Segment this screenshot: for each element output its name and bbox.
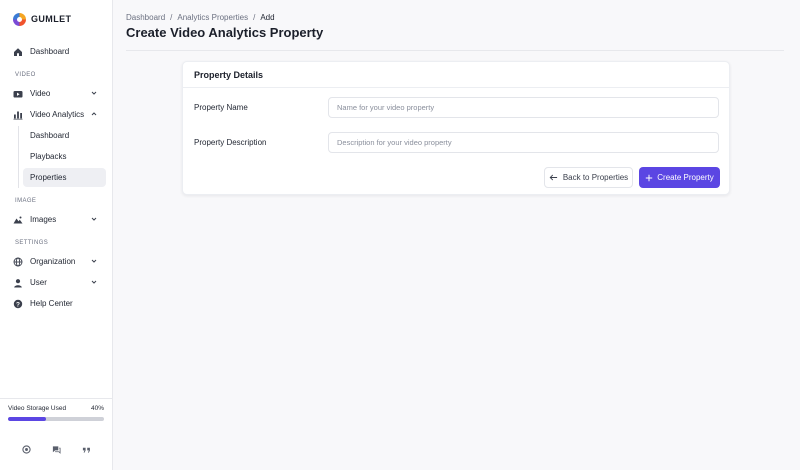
breadcrumb-separator: / (253, 13, 256, 22)
sidebar-item-images[interactable]: Images (8, 210, 106, 229)
header-divider (126, 50, 784, 51)
property-name-input[interactable] (328, 97, 719, 118)
sidebar-item-organization[interactable]: Organization (8, 252, 106, 271)
support-icon[interactable] (22, 445, 31, 454)
submenu-rail (18, 126, 19, 188)
section-label-video: VIDEO (15, 72, 36, 78)
chat-icon[interactable] (52, 445, 61, 454)
sidebar-item-label: Video (30, 89, 51, 98)
create-button-label: Create Property (657, 173, 714, 182)
sidebar-item-label: Help Center (30, 299, 73, 308)
property-description-input[interactable] (328, 132, 719, 153)
back-to-properties-button[interactable]: Back to Properties (544, 167, 633, 188)
card-divider (183, 87, 729, 88)
sidebar-subitem-dashboard[interactable]: Dashboard (23, 126, 106, 145)
video-icon (13, 89, 23, 99)
breadcrumb: Dashboard / Analytics Properties / Add (126, 13, 275, 22)
sidebar-item-user[interactable]: User (8, 273, 106, 292)
bar-chart-icon (13, 110, 23, 120)
quote-icon[interactable] (82, 445, 91, 454)
sidebar-item-video-analytics[interactable]: Video Analytics (8, 105, 106, 124)
sidebar-subitem-properties[interactable]: Properties (23, 168, 106, 187)
card-title: Property Details (194, 70, 264, 80)
sidebar-item-label: Dashboard (30, 47, 70, 56)
storage-progress-fill (8, 417, 47, 421)
chevron-down-icon (91, 91, 97, 95)
storage-label: Video Storage Used (8, 405, 67, 412)
back-button-label: Back to Properties (562, 173, 629, 182)
page-title: Create Video Analytics Property (126, 25, 324, 40)
chevron-down-icon (91, 259, 97, 263)
sidebar-item-video[interactable]: Video (8, 84, 106, 103)
globe-icon (13, 257, 23, 267)
breadcrumb-item-dashboard[interactable]: Dashboard (126, 13, 165, 22)
storage-usage: Video Storage Used 40% (0, 398, 113, 470)
section-label-image: IMAGE (15, 198, 37, 204)
plus-icon (646, 174, 653, 181)
sidebar-subitem-playbacks[interactable]: Playbacks (23, 147, 106, 166)
sidebar-item-label: Video Analytics (30, 110, 85, 119)
sidebar-item-help-center[interactable]: ? Help Center (8, 294, 106, 313)
storage-progress-bar (8, 417, 104, 421)
storage-percent: 40% (90, 405, 104, 412)
help-circle-icon: ? (13, 299, 23, 309)
user-icon (13, 278, 23, 288)
footer-icons (0, 445, 113, 454)
sidebar-item-label: User (30, 278, 47, 287)
property-description-label: Property Description (194, 138, 267, 147)
svg-text:?: ? (16, 301, 20, 308)
breadcrumb-item-analytics-properties[interactable]: Analytics Properties (177, 13, 248, 22)
chevron-up-icon (91, 112, 97, 116)
sidebar-item-label: Organization (30, 257, 76, 266)
arrow-left-icon (549, 174, 557, 181)
section-label-settings: SETTINGS (15, 240, 49, 246)
image-icon (13, 215, 23, 225)
chevron-down-icon (91, 280, 97, 284)
sidebar-item-dashboard[interactable]: Dashboard (8, 42, 106, 61)
property-name-label: Property Name (194, 103, 248, 112)
property-details-card: Property Details Property Name Property … (182, 61, 730, 195)
breadcrumb-separator: / (170, 13, 173, 22)
breadcrumb-item-current: Add (260, 13, 275, 22)
sidebar: GUMLET Dashboard VIDEO Video Video Analy… (0, 0, 113, 470)
brand[interactable]: GUMLET (13, 11, 71, 27)
gumlet-logo-icon (13, 12, 26, 26)
home-icon (13, 47, 23, 57)
create-property-button[interactable]: Create Property (639, 167, 720, 188)
brand-name: GUMLET (31, 14, 72, 24)
chevron-down-icon (91, 217, 97, 221)
sidebar-item-label: Images (30, 215, 57, 224)
